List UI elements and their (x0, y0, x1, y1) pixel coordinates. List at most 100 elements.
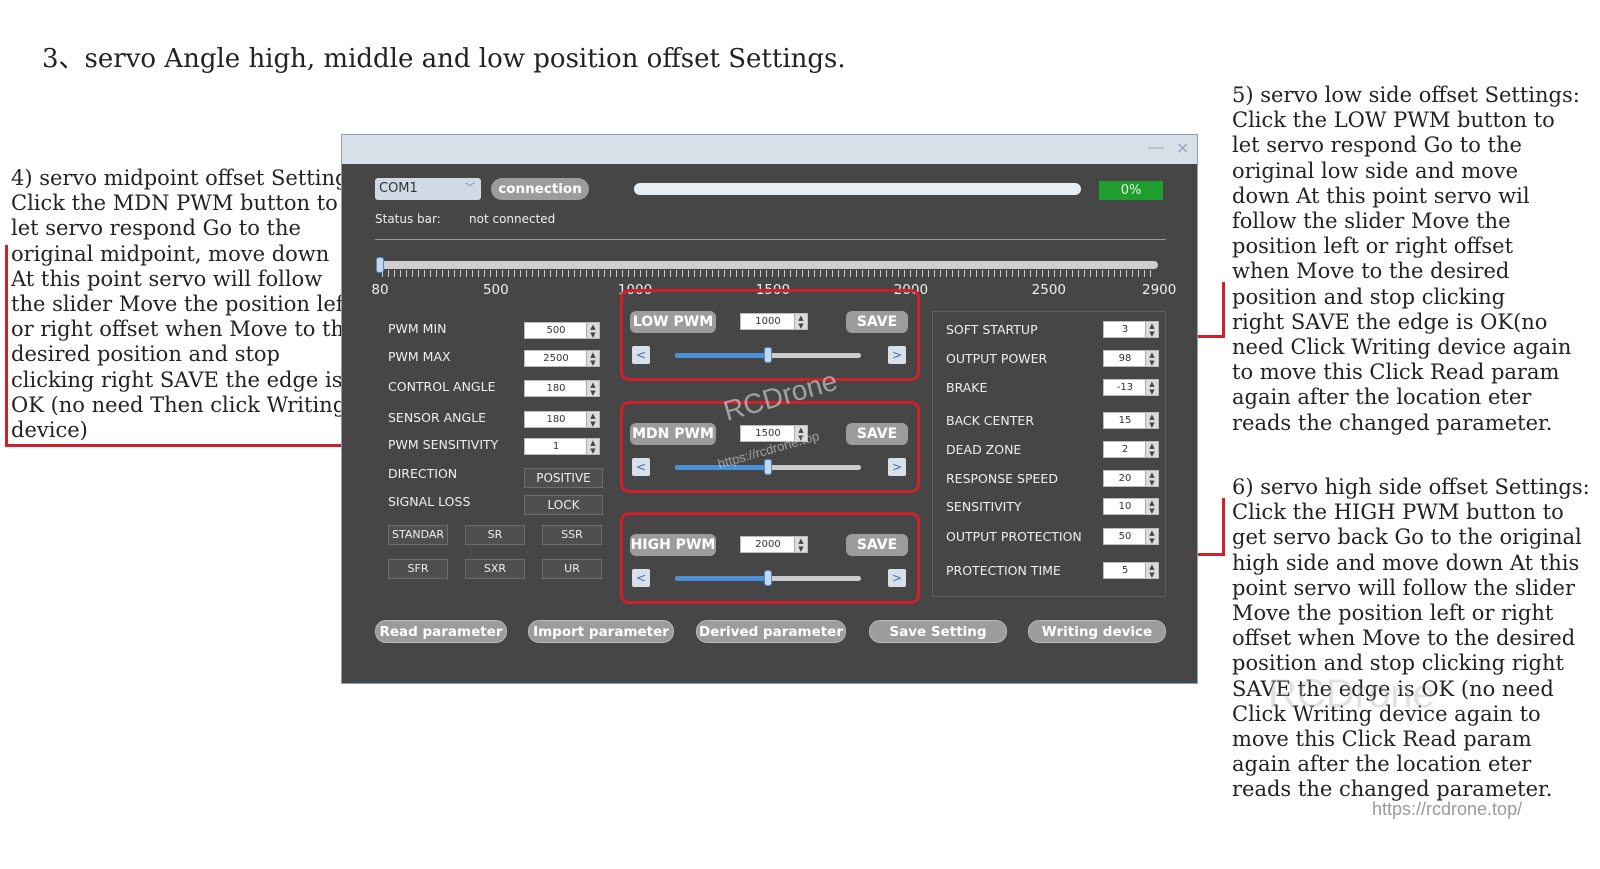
spin-arrows-icon[interactable]: ▲ ▼ (794, 314, 807, 330)
pwm-save-button[interactable]: SAVE (846, 534, 908, 556)
pwm-slider-thumb[interactable] (764, 570, 772, 586)
pwm-slider-thumb[interactable] (764, 459, 772, 475)
pwm-mode-button[interactable]: LOW PWM (630, 311, 716, 333)
bottom-button-import-parameter[interactable]: Import parameter (528, 620, 674, 643)
right-param-label: DEAD ZONE (946, 442, 1022, 457)
pwm-save-button[interactable]: SAVE (846, 423, 908, 445)
note-line: move this Click Read param (1232, 727, 1532, 752)
pwm-slider-fill (675, 576, 768, 581)
spin-arrows-icon[interactable]: ▲ ▼ (794, 537, 807, 553)
spin-arrows-icon[interactable]: ▲ ▼ (586, 323, 599, 339)
direction-label: DIRECTION (388, 466, 458, 481)
scale-tick-label: 2900 (1142, 282, 1177, 298)
close-icon[interactable]: ✕ (1176, 139, 1189, 159)
right-param-spin[interactable]: 2 ▲ ▼ (1103, 441, 1159, 458)
spin-arrows-icon[interactable]: ▲ ▼ (1145, 563, 1158, 579)
connection-button[interactable]: connection (491, 178, 589, 200)
mode-button-sxr[interactable]: SXR (465, 559, 525, 579)
note-line: get servo back Go to the original (1232, 525, 1582, 550)
main-pwm-slider[interactable] (380, 261, 1158, 269)
note-line: position left or right offset (1232, 234, 1514, 259)
pwm-increase-button[interactable]: > (888, 569, 906, 587)
pwm-mode-button[interactable]: MDN PWM (630, 423, 716, 445)
spin-arrows-icon[interactable]: ▲ ▼ (1145, 413, 1158, 429)
spin-arrows-icon[interactable]: ▲ ▼ (586, 351, 599, 367)
spin-arrows-icon[interactable]: ▲ ▼ (1145, 351, 1158, 367)
right-param-spin[interactable]: 98 ▲ ▼ (1103, 350, 1159, 367)
spin-arrows-icon[interactable]: ▲ ▼ (1145, 529, 1158, 545)
right-param-label: BRAKE (946, 380, 988, 395)
spin-arrows-icon[interactable]: ▲ ▼ (586, 439, 599, 455)
spin-arrows-icon[interactable]: ▲ ▼ (1145, 471, 1158, 487)
note-line: reads the changed parameter. (1232, 410, 1553, 435)
right-param-label: BACK CENTER (946, 413, 1035, 428)
left-param-spin[interactable]: 1 ▲ ▼ (524, 438, 600, 455)
right-param-label: SOFT STARTUP (946, 322, 1038, 337)
note-line: down At this point servo wil (1232, 183, 1530, 208)
right-param-spin[interactable]: -13 ▲ ▼ (1103, 379, 1159, 396)
bottom-button-writing-device[interactable]: Writing device (1028, 620, 1166, 643)
mode-button-ssr[interactable]: SSR (542, 525, 602, 545)
spin-arrows-icon[interactable]: ▲ ▼ (1145, 442, 1158, 458)
spin-arrows-icon[interactable]: ▲ ▼ (586, 381, 599, 397)
spin-value: 180 (546, 383, 566, 394)
left-param-spin[interactable]: 180 ▲ ▼ (524, 380, 600, 397)
spin-value: 20 (1118, 473, 1132, 484)
spin-arrows-icon[interactable]: ▲ ▼ (1145, 380, 1158, 396)
pwm-mode-button[interactable]: HIGH PWM (630, 534, 716, 556)
spin-value: -13 (1116, 382, 1134, 393)
spin-value: 1500 (755, 428, 781, 439)
note-line: the slider Move the position left (11, 292, 352, 317)
right-param-label: OUTPUT PROTECTION (946, 529, 1082, 544)
mode-button-sr[interactable]: SR (465, 525, 525, 545)
bottom-button-save-setting[interactable]: Save Setting (869, 620, 1007, 643)
spin-value: 15 (1118, 415, 1132, 426)
scale-tick-label: 80 (371, 282, 389, 298)
pwm-decrease-button[interactable]: < (632, 458, 650, 476)
pwm-slider-thumb[interactable] (764, 347, 772, 363)
note-line: Click the HIGH PWM button to (1232, 500, 1564, 525)
note-line: again after the location eter (1232, 752, 1532, 777)
note-line: high side and move down At this (1232, 550, 1580, 575)
signal-loss-button[interactable]: LOCK (524, 495, 603, 515)
window-titlebar: — ✕ (342, 135, 1197, 164)
status-bar-value: not connected (469, 212, 556, 226)
footer-url: https://rcdrone.top/ (1372, 799, 1523, 819)
pwm-save-button[interactable]: SAVE (846, 311, 908, 333)
pwm-decrease-button[interactable]: < (632, 569, 650, 587)
right-param-spin[interactable]: 5 ▲ ▼ (1103, 562, 1159, 579)
note-line: 4) servo midpoint offset Settings: (11, 166, 367, 190)
com-port-select[interactable]: COM1 ﹀ (375, 178, 481, 200)
right-param-spin[interactable]: 50 ▲ ▼ (1103, 528, 1159, 545)
main-pwm-slider-thumb[interactable] (376, 257, 384, 273)
spin-value: 500 (546, 325, 566, 336)
pwm-value-spin[interactable]: 1000 ▲ ▼ (740, 313, 808, 330)
spin-arrows-icon[interactable]: ▲ ▼ (586, 412, 599, 428)
right-param-spin[interactable]: 20 ▲ ▼ (1103, 470, 1159, 487)
right-param-spin[interactable]: 3 ▲ ▼ (1103, 321, 1159, 338)
direction-button[interactable]: POSITIVE (524, 468, 603, 488)
right-param-spin[interactable]: 15 ▲ ▼ (1103, 412, 1159, 429)
bottom-button-derived-parameter[interactable]: Derived parameter (696, 620, 846, 643)
note-line: let servo respond Go to the (11, 216, 301, 241)
spin-arrows-icon[interactable]: ▲ ▼ (1145, 322, 1158, 338)
spin-arrows-icon[interactable]: ▲ ▼ (1145, 499, 1158, 515)
servo-config-window: — ✕ COM1 ﹀ connection 0% Status bar: not… (341, 134, 1198, 684)
left-param-spin[interactable]: 180 ▲ ▼ (524, 411, 600, 428)
minimize-icon[interactable]: — (1148, 139, 1164, 157)
mode-button-sfr[interactable]: SFR (388, 559, 448, 579)
left-param-spin[interactable]: 500 ▲ ▼ (524, 322, 600, 339)
pwm-value-spin[interactable]: 2000 ▲ ▼ (740, 536, 808, 553)
note-line: Click the MDN PWM button to (11, 191, 338, 216)
progress-percent: 0% (1099, 181, 1163, 200)
left-param-spin[interactable]: 2500 ▲ ▼ (524, 350, 600, 367)
mode-button-standar[interactable]: STANDAR (388, 525, 448, 545)
chevron-down-icon: ﹀ (465, 183, 475, 194)
mode-button-ur[interactable]: UR (542, 559, 602, 579)
bottom-button-read-parameter[interactable]: Read parameter (375, 620, 507, 643)
pwm-increase-button[interactable]: > (888, 458, 906, 476)
pwm-decrease-button[interactable]: < (632, 346, 650, 364)
pwm-increase-button[interactable]: > (888, 346, 906, 364)
page-heading: 3、servo Angle high, middle and low posit… (42, 44, 846, 74)
right-param-spin[interactable]: 10 ▲ ▼ (1103, 498, 1159, 515)
